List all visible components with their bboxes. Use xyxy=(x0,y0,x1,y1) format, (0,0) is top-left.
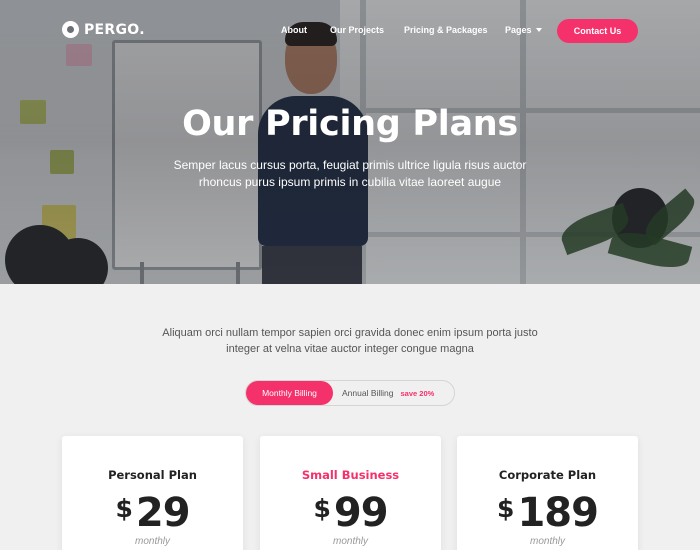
nav-link-pricing-packages[interactable]: Pricing & Packages xyxy=(404,25,488,35)
billing-toggle: Monthly Billing Annual Billing save 20% xyxy=(245,380,455,406)
nav-link-about[interactable]: About xyxy=(281,25,307,35)
plan-card-small-business[interactable]: Small Business $99 monthly xyxy=(260,436,441,550)
annual-billing-label: Annual Billing xyxy=(342,388,394,398)
nav-link-pages-label: Pages xyxy=(505,25,532,35)
nav-link-pages[interactable]: Pages xyxy=(505,25,542,35)
price-amount: 189 xyxy=(517,490,598,536)
plan-name: Personal Plan xyxy=(108,468,197,482)
top-navbar: PERGO. About Our Projects Pricing & Pack… xyxy=(0,0,700,62)
plan-card-corporate[interactable]: Corporate Plan $189 monthly xyxy=(457,436,638,550)
annual-billing-button[interactable]: Annual Billing save 20% xyxy=(342,381,434,405)
price-amount: 99 xyxy=(333,490,389,536)
plan-price: $189 xyxy=(457,490,638,536)
plan-price: $29 xyxy=(62,490,243,536)
monthly-billing-button[interactable]: Monthly Billing xyxy=(246,381,333,405)
plan-card-personal[interactable]: Personal Plan $29 monthly xyxy=(62,436,243,550)
save-badge: save 20% xyxy=(400,388,435,398)
plan-price: $99 xyxy=(260,490,441,536)
contact-us-button[interactable]: Contact Us xyxy=(557,19,638,43)
chevron-down-icon xyxy=(535,28,542,32)
hero-subtitle: Semper lacus cursus porta, feugiat primi… xyxy=(173,158,527,189)
logo-text: PERGO. xyxy=(84,21,145,38)
billing-period: monthly xyxy=(529,536,565,547)
billing-period: monthly xyxy=(134,536,170,547)
pergo-logo-icon xyxy=(62,21,79,38)
currency-symbol: $ xyxy=(313,494,331,523)
price-amount: 29 xyxy=(135,490,191,536)
nav-link-our-projects[interactable]: Our Projects xyxy=(330,25,384,35)
logo[interactable]: PERGO. xyxy=(62,21,145,38)
page-title: Our Pricing Plans xyxy=(182,104,518,144)
plan-name: Corporate Plan xyxy=(498,468,597,482)
currency-symbol: $ xyxy=(497,494,515,523)
currency-symbol: $ xyxy=(115,494,133,523)
plan-name: Small Business xyxy=(301,468,400,482)
billing-period: monthly xyxy=(332,536,368,547)
pricing-intro-text: Aliquam orci nullam tempor sapien orci g… xyxy=(162,327,538,355)
